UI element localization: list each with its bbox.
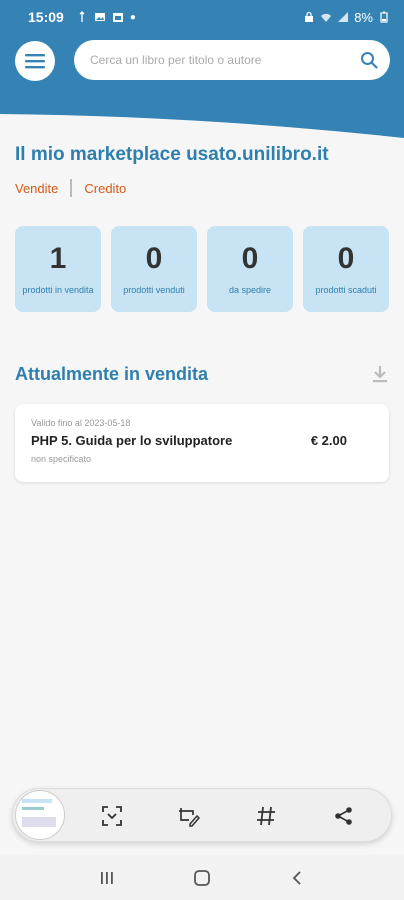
menu-button[interactable] xyxy=(15,41,55,81)
listing-valid-until: Valido fino al 2023-05-18 xyxy=(31,418,131,428)
tab-vendite[interactable]: Vendite xyxy=(15,181,58,196)
stat-value: 0 xyxy=(337,242,355,275)
stat-label: prodotti scaduti xyxy=(315,285,377,295)
listing-title: PHP 5. Guida per lo sviluppatore xyxy=(31,433,233,448)
image-icon xyxy=(94,13,105,21)
recent-apps-icon xyxy=(101,871,114,884)
status-right: 8% xyxy=(303,10,390,25)
system-nav-bar xyxy=(0,855,404,900)
stat-in-vendita[interactable]: 1 prodotti in vendita xyxy=(15,226,101,312)
home-button[interactable] xyxy=(187,863,217,893)
search-box[interactable] xyxy=(74,40,390,80)
back-icon xyxy=(292,870,301,885)
listing-price: € 2.00 xyxy=(310,433,347,448)
tabs: Vendite Credito xyxy=(15,179,126,197)
app-header xyxy=(0,34,404,138)
listing-row: PHP 5. Guida per lo sviluppatore € 2.00 xyxy=(31,433,373,448)
hamburger-menu-icon xyxy=(25,54,45,69)
status-bar: 15:09 ● 8% xyxy=(0,0,404,34)
battery-text: 8% xyxy=(354,9,373,25)
download-icon xyxy=(373,366,387,383)
edit-icon xyxy=(179,808,201,827)
stat-scaduti[interactable]: 0 prodotti scaduti xyxy=(303,226,389,312)
search-input[interactable] xyxy=(90,53,360,67)
download-button[interactable] xyxy=(370,363,390,385)
home-icon xyxy=(194,869,210,886)
calendar-icon xyxy=(112,13,123,22)
stat-value: 1 xyxy=(49,242,67,275)
share-button[interactable] xyxy=(331,803,357,829)
status-time: 15:09 xyxy=(28,9,64,25)
stat-da-spedire[interactable]: 0 da spedire xyxy=(207,226,293,312)
hashtag-button[interactable] xyxy=(253,803,279,829)
tab-divider xyxy=(70,179,73,197)
tab-credito[interactable]: Credito xyxy=(84,181,126,196)
stat-label: prodotti in vendita xyxy=(22,285,94,295)
screenshot-thumbnail[interactable] xyxy=(15,790,65,840)
recent-apps-button[interactable] xyxy=(92,863,122,893)
section-title: Attualmente in vendita xyxy=(15,364,209,384)
scan-icon xyxy=(102,806,122,826)
scan-button[interactable] xyxy=(99,803,125,829)
battery-icon xyxy=(380,11,388,23)
header-wave xyxy=(0,114,404,138)
status-left: 15:09 ● xyxy=(28,9,136,25)
back-button[interactable] xyxy=(282,863,312,893)
stat-venduti[interactable]: 0 prodotti venduti xyxy=(111,226,197,312)
listing-card[interactable]: Valido fino al 2023-05-18 PHP 5. Guida p… xyxy=(15,404,389,482)
stat-label: da spedire xyxy=(228,285,272,295)
share-icon xyxy=(335,807,352,825)
lock-icon xyxy=(305,11,314,22)
edit-button[interactable] xyxy=(176,803,202,829)
stat-label: prodotti venduti xyxy=(123,285,185,295)
wifi-icon xyxy=(321,13,332,22)
signal-icon xyxy=(338,12,349,22)
listing-condition: non specificato xyxy=(31,454,92,464)
stats-row: 1 prodotti in vendita 0 prodotti venduti… xyxy=(15,226,390,312)
search-icon[interactable] xyxy=(360,51,378,69)
screenshot-toolbar xyxy=(12,788,392,842)
hashtag-icon xyxy=(257,806,275,826)
dot-icon: ● xyxy=(129,11,136,23)
stat-value: 0 xyxy=(241,242,259,275)
stat-value: 0 xyxy=(145,242,163,275)
page-title: Il mio marketplace usato.unilibro.it xyxy=(15,144,329,165)
usb-icon xyxy=(79,11,85,22)
